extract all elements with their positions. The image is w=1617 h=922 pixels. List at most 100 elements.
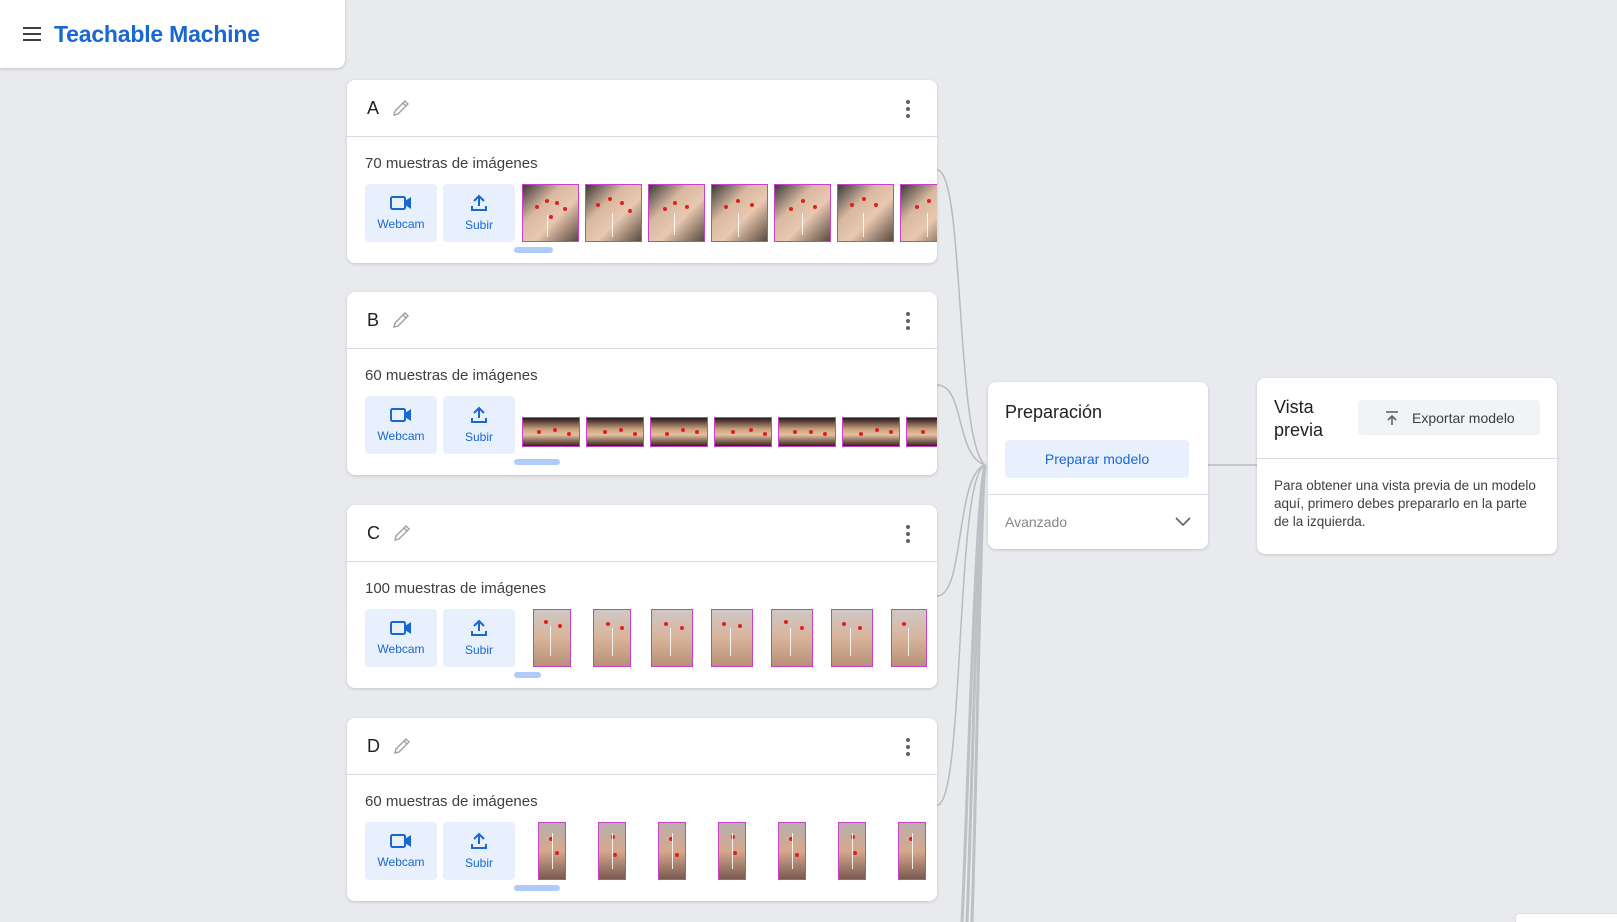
training-title: Preparación <box>1005 402 1103 422</box>
more-vert-icon[interactable] <box>905 525 911 543</box>
sample-count: 60 muestras de imágenes <box>365 793 538 810</box>
advanced-label: Avanzado <box>1005 514 1068 530</box>
sample-thumbnail[interactable] <box>538 822 566 880</box>
sample-thumbnail[interactable] <box>586 417 644 447</box>
pencil-icon[interactable] <box>391 310 411 330</box>
thumbnail-scrollbar[interactable] <box>514 459 560 465</box>
class-card-header: C <box>347 505 937 562</box>
sample-thumbnail[interactable] <box>718 822 746 880</box>
upload-button[interactable]: Subir <box>443 822 515 880</box>
sample-thumbnail[interactable] <box>778 417 836 447</box>
sample-thumbnail[interactable] <box>837 184 894 242</box>
more-vert-icon[interactable] <box>905 100 911 118</box>
sample-thumbnail[interactable] <box>598 822 626 880</box>
sample-thumbnail[interactable] <box>898 822 926 880</box>
upload-icon <box>471 619 487 636</box>
training-panel: Preparación Preparar modelo Avanzado <box>988 382 1208 549</box>
sample-thumbnail[interactable] <box>771 609 813 667</box>
class-name[interactable]: C <box>367 523 380 544</box>
sample-thumbnail[interactable] <box>900 184 937 242</box>
thumbnail-scrollbar[interactable] <box>514 247 553 253</box>
sample-thumbnail[interactable] <box>711 184 768 242</box>
pencil-icon[interactable] <box>391 98 411 118</box>
class-card-c: C 100 muestras de imágenes Webcam Subir <box>347 505 937 688</box>
divider <box>1257 458 1557 459</box>
sample-count: 100 muestras de imágenes <box>365 580 546 597</box>
sample-count: 60 muestras de imágenes <box>365 367 538 384</box>
videocam-icon <box>390 196 411 210</box>
webcam-label: Webcam <box>377 855 425 869</box>
webcam-label: Webcam <box>377 429 425 443</box>
sample-thumbnail[interactable] <box>593 609 631 667</box>
sample-count: 70 muestras de imágenes <box>365 155 538 172</box>
class-card-b: B 60 muestras de imágenes Webcam Subir <box>347 292 937 475</box>
upload-button[interactable]: Subir <box>443 396 515 454</box>
sample-thumbnail[interactable] <box>533 609 571 667</box>
app-title[interactable]: Teachable Machine <box>54 21 260 48</box>
sample-thumbnail[interactable] <box>658 822 686 880</box>
pencil-icon[interactable] <box>392 523 412 543</box>
sample-thumbnails <box>522 403 937 447</box>
upload-icon <box>471 832 487 849</box>
sample-thumbnails <box>522 822 926 880</box>
webcam-label: Webcam <box>377 642 425 656</box>
sample-thumbnail[interactable] <box>891 609 927 667</box>
sample-thumbnail[interactable] <box>838 822 866 880</box>
sample-thumbnail[interactable] <box>906 417 937 447</box>
sample-thumbnail[interactable] <box>778 822 806 880</box>
preview-title: Vista previa <box>1274 397 1324 440</box>
preview-message: Para obtener una vista previa de un mode… <box>1274 478 1536 529</box>
class-card-header: A <box>347 80 937 137</box>
sample-thumbnail[interactable] <box>522 184 579 242</box>
class-name[interactable]: A <box>367 98 379 119</box>
export-model-button[interactable]: Exportar modelo <box>1358 400 1540 435</box>
more-vert-icon[interactable] <box>905 312 911 330</box>
sample-thumbnail[interactable] <box>651 609 693 667</box>
pencil-icon[interactable] <box>392 736 412 756</box>
sample-thumbnails <box>522 609 927 667</box>
sample-thumbnail[interactable] <box>648 184 705 242</box>
upload-icon <box>471 406 487 423</box>
sample-thumbnail[interactable] <box>774 184 831 242</box>
webcam-button[interactable]: Webcam <box>365 396 437 454</box>
export-label: Exportar modelo <box>1412 409 1515 426</box>
sample-thumbnail[interactable] <box>522 417 580 447</box>
upload-button[interactable]: Subir <box>443 609 515 667</box>
class-name[interactable]: D <box>367 736 380 757</box>
app-header: Teachable Machine <box>0 0 345 68</box>
videocam-icon <box>390 834 411 848</box>
webcam-button[interactable]: Webcam <box>365 822 437 880</box>
upload-label: Subir <box>464 643 493 657</box>
class-card-a: A 70 muestras de imágenes Webcam Subir <box>347 80 937 263</box>
menu-icon[interactable] <box>20 22 44 46</box>
sample-thumbnails <box>522 184 937 242</box>
more-vert-icon[interactable] <box>905 738 911 756</box>
class-card-header: B <box>347 292 937 349</box>
upload-icon <box>471 194 487 211</box>
export-icon <box>1386 410 1398 425</box>
train-model-button[interactable]: Preparar modelo <box>1005 440 1189 478</box>
class-name[interactable]: B <box>367 310 379 331</box>
thumbnail-scrollbar[interactable] <box>514 885 560 891</box>
sample-thumbnail[interactable] <box>650 417 708 447</box>
sample-thumbnail[interactable] <box>585 184 642 242</box>
preview-panel: Vista previa Exportar modelo Para obtene… <box>1257 378 1557 554</box>
bottom-right-widget[interactable] <box>1515 913 1617 922</box>
videocam-icon <box>390 408 411 422</box>
webcam-button[interactable]: Webcam <box>365 609 437 667</box>
sample-thumbnail[interactable] <box>711 609 753 667</box>
class-card-header: D <box>347 718 937 775</box>
videocam-icon <box>390 621 411 635</box>
sample-thumbnail[interactable] <box>831 609 873 667</box>
webcam-label: Webcam <box>377 217 425 231</box>
upload-label: Subir <box>464 218 493 232</box>
advanced-toggle[interactable]: Avanzado <box>1005 502 1191 542</box>
thumbnail-scrollbar[interactable] <box>514 672 541 678</box>
upload-button[interactable]: Subir <box>443 184 515 242</box>
chevron-down-icon <box>1175 517 1191 527</box>
upload-label: Subir <box>464 430 493 444</box>
sample-thumbnail[interactable] <box>842 417 900 447</box>
sample-thumbnail[interactable] <box>714 417 772 447</box>
class-card-d: D 60 muestras de imágenes Webcam Subir <box>347 718 937 901</box>
webcam-button[interactable]: Webcam <box>365 184 437 242</box>
